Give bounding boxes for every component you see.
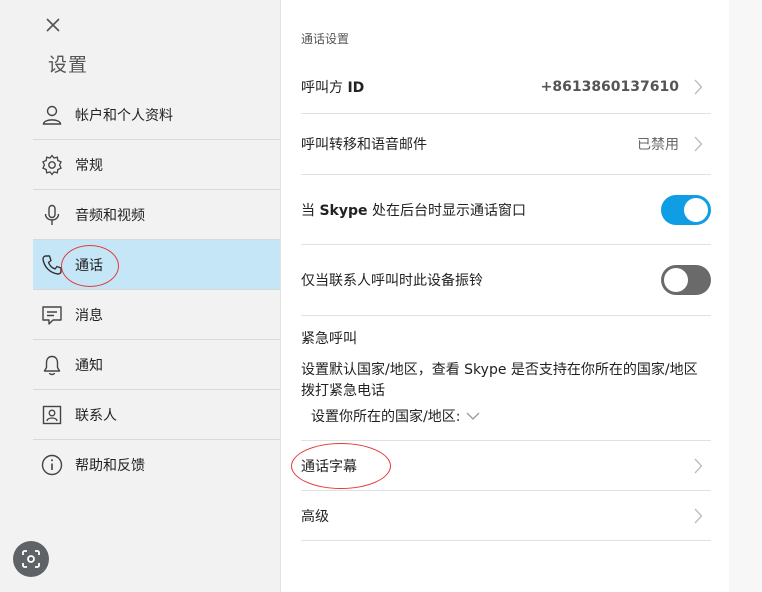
caller-id-value: +8613860137610: [540, 78, 679, 95]
sidebar-item-notifications[interactable]: 通知: [33, 340, 280, 390]
sidebar-title: 设置: [48, 54, 89, 76]
lens-icon: [22, 550, 40, 568]
show-call-window-row: 当 Skype 处在后台时显示通话窗口: [301, 175, 711, 245]
message-icon: [41, 304, 63, 326]
annotation-circle: [291, 443, 391, 489]
sidebar-item-label: 联系人: [75, 407, 117, 424]
annotation-circle: [61, 245, 119, 287]
show-call-window-label: 当 Skype 处在后台时显示通话窗口: [301, 202, 526, 219]
chevron-down-icon: [466, 411, 480, 421]
sidebar-item-calling[interactable]: 通话: [33, 240, 280, 290]
show-call-window-toggle[interactable]: [661, 194, 711, 225]
settings-content: 通话设置 呼叫方 ID +8613860137610 呼叫转移和语音邮件 已禁用…: [281, 0, 729, 592]
advanced-row[interactable]: 高级: [301, 491, 711, 541]
right-margin: [729, 0, 762, 592]
call-forwarding-label: 呼叫转移和语音邮件: [301, 137, 427, 153]
close-button[interactable]: [40, 12, 66, 38]
settings-nav: 帐户和个人资料 常规 音频和视频 通话 消息 通知 联系人 帮助和反馈: [33, 90, 280, 489]
caller-id-label: 呼叫方 ID: [301, 79, 365, 96]
sidebar-item-account[interactable]: 帐户和个人资料: [33, 90, 280, 140]
close-icon: [46, 18, 60, 32]
ring-contacts-only-toggle[interactable]: [661, 265, 711, 295]
sidebar-item-label: 通知: [75, 357, 103, 374]
set-country-dropdown[interactable]: 设置你所在的国家/地区:: [311, 406, 480, 426]
section-title: 通话设置: [301, 32, 350, 46]
toggle-knob: [664, 268, 688, 292]
bell-icon: [41, 354, 63, 376]
sidebar-item-label: 常规: [75, 157, 103, 174]
sidebar-item-messaging[interactable]: 消息: [33, 290, 280, 340]
sidebar: 设置 帐户和个人资料 常规 音频和视频 通话 消息 通知 联系人 帮助和反馈: [0, 0, 281, 592]
toggle-knob: [684, 197, 708, 222]
sidebar-item-label: 帐户和个人资料: [75, 107, 173, 124]
sidebar-item-label: 帮助和反馈: [75, 457, 145, 474]
sidebar-item-help[interactable]: 帮助和反馈: [33, 440, 280, 489]
chevron-right-icon: [693, 78, 705, 96]
call-captions-row[interactable]: 通话字幕: [291, 441, 711, 491]
person-icon: [41, 104, 63, 126]
sidebar-item-label: 消息: [75, 307, 103, 324]
contact-card-icon: [41, 404, 63, 426]
ring-contacts-only-label: 仅当联系人呼叫时此设备振铃: [301, 273, 483, 289]
call-forwarding-status: 已禁用: [637, 137, 679, 153]
chevron-right-icon: [693, 135, 705, 153]
sidebar-item-audio-video[interactable]: 音频和视频: [33, 190, 280, 240]
emergency-title: 紧急呼叫: [301, 331, 357, 347]
microphone-icon: [41, 204, 63, 226]
sidebar-item-label: 音频和视频: [75, 207, 145, 224]
gear-icon: [41, 153, 63, 176]
call-forwarding-row[interactable]: 呼叫转移和语音邮件 已禁用: [301, 114, 711, 175]
caller-id-row[interactable]: 呼叫方 ID +8613860137610: [301, 60, 711, 114]
sidebar-item-general[interactable]: 常规: [33, 140, 280, 190]
ring-contacts-only-row: 仅当联系人呼叫时此设备振铃: [301, 245, 711, 316]
screenshot-search-button[interactable]: [13, 541, 49, 577]
chevron-right-icon: [693, 457, 705, 475]
info-icon: [41, 454, 63, 476]
advanced-label: 高级: [301, 508, 329, 525]
sidebar-item-contacts[interactable]: 联系人: [33, 390, 280, 440]
emergency-description: 设置默认国家/地区，查看 Skype 是否支持在你所在的国家/地区拨打紧急电话: [301, 362, 698, 399]
chevron-right-icon: [693, 507, 705, 525]
phone-icon: [41, 254, 63, 276]
set-country-label: 设置你所在的国家/地区:: [311, 409, 461, 425]
emergency-calling-section: 紧急呼叫 设置默认国家/地区，查看 Skype 是否支持在你所在的国家/地区拨打…: [301, 316, 711, 441]
